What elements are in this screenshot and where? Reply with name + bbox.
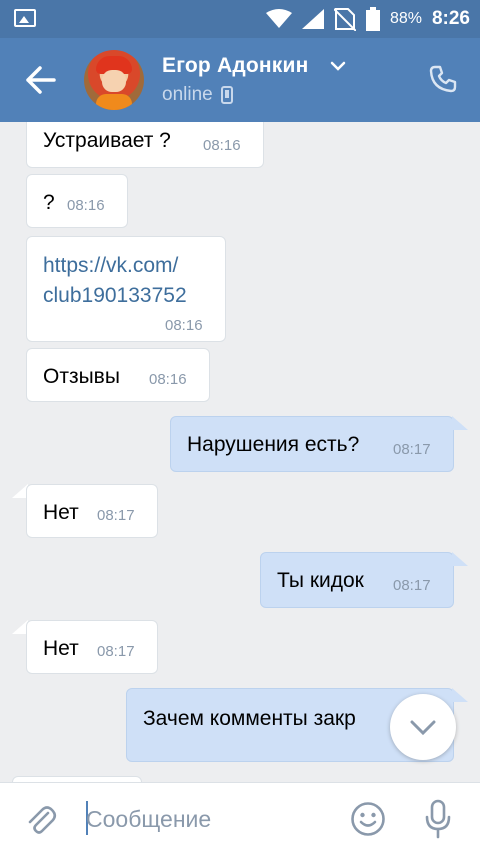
link-line-2[interactable]: club190133752 — [43, 284, 187, 307]
message-text: ? — [43, 191, 55, 214]
phone-icon — [429, 65, 457, 93]
contact-status: online — [162, 84, 233, 106]
back-button[interactable] — [20, 62, 60, 98]
message-text: Нарушения есть? — [187, 433, 360, 456]
chat-header: Егор Адонкин online — [0, 38, 480, 122]
contact-name[interactable]: Егор Адонкин — [162, 54, 308, 78]
message-incoming[interactable]: Устраивает ? 08:16 — [26, 122, 264, 168]
call-button[interactable] — [428, 64, 458, 94]
status-bar: 88% 8:26 — [0, 0, 480, 38]
message-incoming[interactable]: Отзывы 08:16 — [26, 348, 210, 402]
mobile-phone-icon — [220, 86, 233, 104]
message-text: Нет — [43, 501, 79, 524]
bubble-tail — [452, 688, 468, 702]
message-time: 08:17 — [393, 577, 431, 594]
message-time: 08:17 — [97, 507, 135, 524]
message-text: Устраивает ? — [43, 129, 171, 152]
message-list[interactable]: Устраивает ? 08:16 ? 08:16 https://vk.co… — [0, 122, 480, 782]
message-incoming[interactable]: Нет 08:17 — [26, 484, 158, 538]
message-time: 08:16 — [203, 137, 241, 154]
message-link[interactable]: https://vk.com/ club190133752 — [43, 251, 187, 311]
message-time: 08:16 — [165, 317, 203, 334]
scroll-to-bottom-button[interactable] — [390, 694, 456, 760]
no-sim-icon — [333, 7, 356, 31]
voice-message-button[interactable] — [424, 799, 452, 839]
status-icons: 88% 8:26 — [265, 6, 470, 32]
attach-button[interactable] — [24, 803, 58, 837]
battery-percentage: 88% — [389, 10, 422, 27]
message-text: Отзывы — [43, 365, 120, 388]
message-composer — [0, 782, 480, 854]
message-time: 08:16 — [149, 371, 187, 388]
bubble-tail — [452, 416, 468, 430]
smiley-icon — [351, 802, 385, 836]
message-incoming[interactable]: ? 08:16 — [26, 174, 128, 228]
wifi-icon — [265, 9, 292, 29]
link-line-1[interactable]: https://vk.com/ — [43, 254, 178, 277]
message-outgoing[interactable]: Ты кидок 08:17 — [260, 552, 454, 608]
message-text: Ты кидок — [277, 569, 364, 592]
message-text: Зачем комменты закр — [143, 707, 356, 730]
message-input[interactable] — [86, 799, 326, 839]
avatar[interactable] — [84, 50, 144, 110]
clock: 8:26 — [431, 8, 470, 29]
arrow-left-icon — [26, 66, 56, 94]
online-status: online — [162, 84, 213, 105]
message-incoming-link[interactable]: https://vk.com/ club190133752 08:16 — [26, 236, 226, 342]
chevron-down-icon — [410, 720, 436, 736]
message-incoming[interactable]: Нет 08:17 — [26, 620, 158, 674]
message-outgoing[interactable]: Нарушения есть? 08:17 — [170, 416, 454, 472]
message-time: 08:17 — [97, 643, 135, 660]
emoji-button[interactable] — [350, 801, 386, 837]
bubble-tail — [452, 552, 468, 566]
image-notification-icon — [14, 9, 36, 27]
message-text: Нет — [43, 637, 79, 660]
chevron-down-icon[interactable] — [330, 60, 346, 72]
message-time: 08:16 — [67, 197, 105, 214]
paperclip-icon — [28, 806, 57, 834]
microphone-icon — [425, 799, 451, 839]
battery-icon — [365, 7, 380, 31]
signal-icon — [301, 9, 324, 29]
message-time: 08:17 — [393, 441, 431, 458]
